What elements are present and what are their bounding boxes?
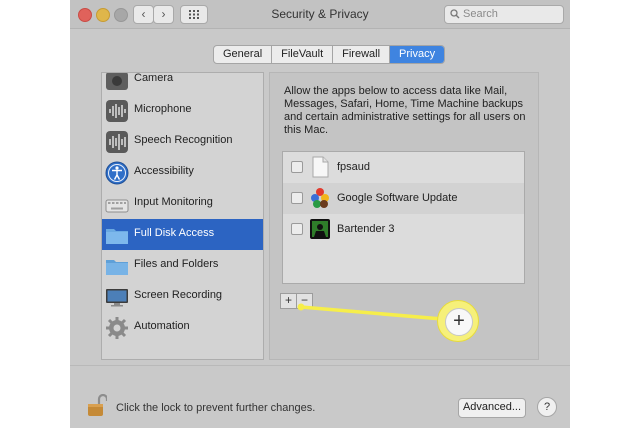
unlocked-lock-icon[interactable] bbox=[87, 394, 107, 416]
bottom-bar: Click the lock to prevent further change… bbox=[70, 365, 570, 428]
callout-add-button: + bbox=[445, 308, 473, 336]
callout-add-button-highlight: + bbox=[437, 300, 479, 342]
lock-message: Click the lock to prevent further change… bbox=[116, 402, 316, 414]
system-preferences-window: ‹ › Security & Privacy General FileVault… bbox=[70, 0, 570, 428]
advanced-button[interactable]: Advanced... bbox=[458, 398, 526, 418]
help-button[interactable]: ? bbox=[537, 397, 557, 417]
callout-connector bbox=[297, 303, 444, 321]
